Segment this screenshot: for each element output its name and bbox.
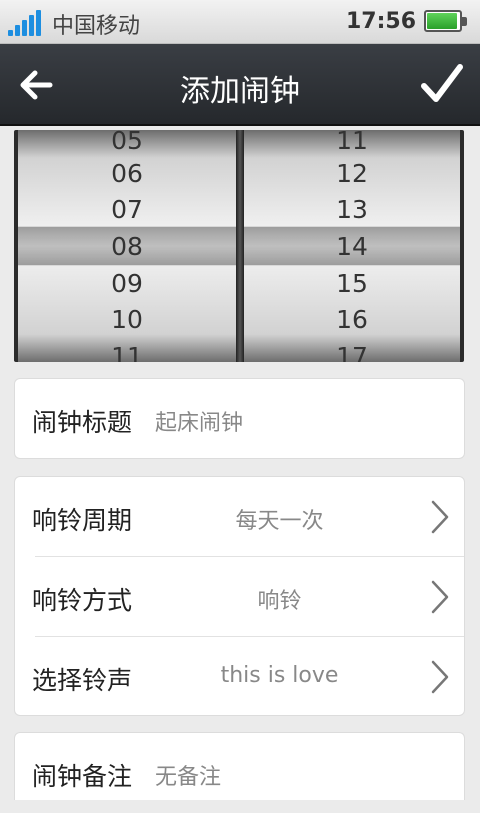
alarm-title-label: 闹钟标题 (32, 408, 133, 437)
alarm-title-row[interactable]: 闹钟标题 起床闹钟 (15, 379, 464, 459)
chevron-right-icon (431, 580, 449, 614)
ring-cycle-label: 响铃周期 (32, 506, 133, 535)
ring-cycle-value: 每天一次 (235, 509, 324, 534)
chevron-right-icon (431, 660, 449, 694)
minute-wheel[interactable]: 11 12 13 14 15 16 17 (244, 130, 460, 362)
hour-option-selected[interactable]: 08 (18, 228, 236, 265)
ring-mode-row[interactable]: 响铃方式 响铃 (15, 557, 464, 637)
status-time: 17:56 (345, 9, 416, 34)
status-bar: 中国移动 17:56 (0, 0, 480, 44)
checkmark-icon (421, 64, 463, 102)
minute-option-selected[interactable]: 14 (244, 228, 460, 265)
hour-wheel[interactable]: 05 06 07 08 09 10 11 (18, 130, 236, 362)
alarm-title-value[interactable]: 起床闹钟 (155, 405, 243, 437)
ringtone-row[interactable]: 选择铃声 this is love (15, 637, 464, 717)
hour-option[interactable]: 06 (18, 155, 236, 192)
alarm-note-value[interactable]: 无备注 (155, 759, 221, 791)
note-card: 闹钟备注 无备注 (14, 732, 465, 800)
page-title: 添加闹钟 (180, 74, 300, 109)
time-picker: 05 06 07 08 09 10 11 11 12 13 14 15 16 1… (14, 130, 464, 362)
minute-option[interactable]: 13 (244, 191, 460, 228)
minute-option[interactable]: 16 (244, 301, 460, 338)
title-card: 闹钟标题 起床闹钟 (14, 378, 465, 459)
chevron-right-icon (431, 500, 449, 534)
ringtone-label: 选择铃声 (32, 666, 133, 695)
minute-option[interactable]: 17 (244, 338, 460, 362)
minute-option[interactable]: 15 (244, 265, 460, 302)
carrier-name: 中国移动 (52, 14, 141, 39)
ring-settings-card: 响铃周期 每天一次 响铃方式 响铃 选择铃声 this is love (14, 476, 465, 716)
alarm-note-row[interactable]: 闹钟备注 无备注 (15, 733, 464, 813)
hour-option[interactable]: 07 (18, 191, 236, 228)
hour-option[interactable]: 10 (18, 301, 236, 338)
hour-option[interactable]: 09 (18, 265, 236, 302)
wheel-divider (236, 130, 244, 362)
ring-mode-label: 响铃方式 (32, 586, 133, 615)
battery-icon (424, 10, 468, 34)
ring-mode-value: 响铃 (257, 589, 302, 614)
minute-option[interactable]: 12 (244, 155, 460, 192)
ringtone-value: this is love (220, 663, 339, 688)
signal-icon (8, 10, 44, 36)
confirm-button[interactable] (418, 60, 466, 108)
title-bar: 添加闹钟 (0, 44, 480, 126)
alarm-note-label: 闹钟备注 (32, 762, 133, 791)
hour-option[interactable]: 11 (18, 338, 236, 362)
ring-cycle-row[interactable]: 响铃周期 每天一次 (15, 477, 464, 557)
